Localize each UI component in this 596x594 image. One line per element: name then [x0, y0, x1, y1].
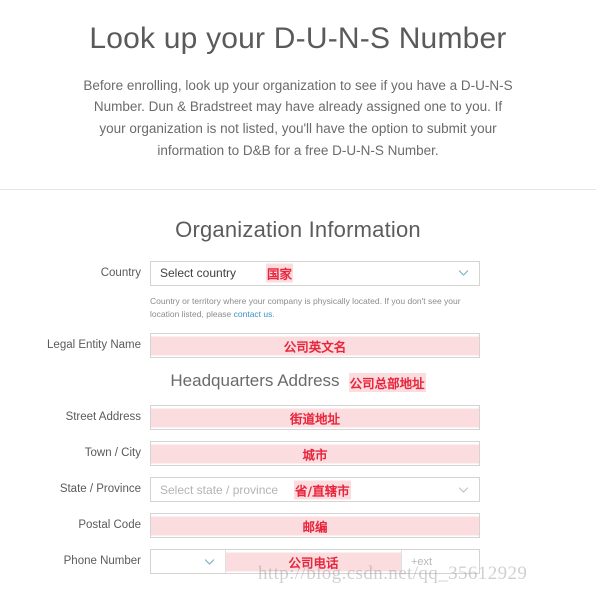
town-city-input[interactable]: 城市	[150, 441, 480, 467]
country-annotation: 国家	[266, 263, 294, 283]
country-helper-prefix: Country or territory where your company …	[150, 295, 461, 319]
postal-code-annotation: 邮编	[151, 516, 479, 536]
organization-information-form: Organization Information Country Select …	[0, 217, 596, 575]
phone-country-code-select[interactable]	[151, 550, 226, 574]
street-address-annotation: 街道地址	[151, 408, 479, 428]
town-city-control: 城市	[150, 441, 480, 467]
field-row-phone-number: Phone Number 公司电话 +ext	[0, 549, 596, 575]
phone-number-label: Phone Number	[63, 555, 141, 568]
field-row-country: Country Select country 国家	[0, 260, 596, 286]
phone-number-annotation: 公司电话	[226, 552, 401, 572]
field-row-state-province: State / Province Select state / province…	[0, 477, 596, 503]
phone-number-group: 公司电话 +ext	[150, 549, 480, 575]
state-province-label: State / Province	[59, 483, 141, 496]
chevron-down-icon	[458, 487, 469, 493]
chevron-down-icon	[204, 559, 215, 565]
section-title: Organization Information	[175, 216, 421, 242]
legal-entity-name-input[interactable]: 公司英文名	[150, 333, 480, 359]
field-row-town-city: Town / City 城市	[0, 441, 596, 467]
field-row-postal-code: Postal Code 邮编	[0, 513, 596, 539]
headquarters-address-heading-row: Headquarters Address 公司总部地址	[0, 367, 596, 397]
section-divider	[0, 188, 596, 190]
state-province-control: Select state / province 省/直辖市	[150, 477, 480, 503]
field-row-legal-entity-name: Legal Entity Name 公司英文名	[0, 333, 596, 359]
country-select[interactable]: Select country 国家	[150, 260, 480, 286]
legal-entity-name-label: Legal Entity Name	[47, 339, 141, 352]
state-province-select[interactable]: Select state / province 省/直辖市	[150, 477, 480, 503]
street-address-control: 街道地址	[150, 405, 480, 431]
postal-code-input[interactable]: 邮编	[150, 513, 480, 539]
state-province-annotation: 省/直辖市	[294, 480, 351, 500]
country-label: Country	[100, 266, 141, 279]
contact-us-link[interactable]: contact us	[234, 309, 273, 319]
postal-code-control: 邮编	[150, 513, 480, 539]
headquarters-address-title: Headquarters Address	[170, 371, 340, 391]
phone-extension-input[interactable]: +ext	[402, 550, 479, 573]
street-address-input[interactable]: 街道地址	[150, 405, 480, 431]
headquarters-address-annotation: 公司总部地址	[348, 372, 426, 392]
phone-number-input[interactable]: 公司电话	[226, 550, 402, 574]
country-placeholder: Select country	[160, 266, 237, 281]
street-address-label: Street Address	[65, 411, 141, 424]
country-helper-suffix: .	[272, 308, 275, 319]
legal-entity-name-annotation: 公司英文名	[151, 336, 479, 356]
legal-entity-name-control: 公司英文名	[150, 333, 480, 359]
chevron-down-icon	[458, 270, 469, 277]
country-control: Select country 国家	[150, 260, 480, 286]
field-row-street-address: Street Address 街道地址	[0, 405, 596, 431]
page-description: Before enrolling, look up your organizat…	[83, 77, 513, 159]
page-title: Look up your D-U-N-S Number	[89, 22, 507, 55]
phone-extension-placeholder: +ext	[411, 555, 433, 568]
town-city-annotation: 城市	[151, 444, 479, 464]
postal-code-label: Postal Code	[78, 519, 141, 532]
country-helper-text: Country or territory where your company …	[150, 295, 480, 321]
town-city-label: Town / City	[84, 447, 141, 460]
hero-section: Look up your D-U-N-S Number Before enrol…	[0, 0, 596, 162]
phone-number-control: 公司电话 +ext	[150, 549, 480, 575]
state-province-placeholder: Select state / province	[160, 482, 279, 497]
